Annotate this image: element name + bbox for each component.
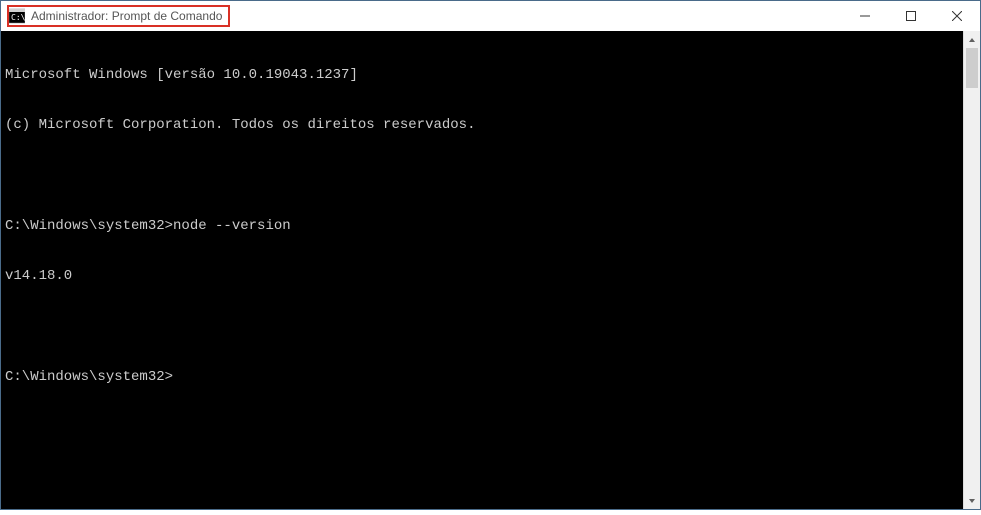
terminal-line: (c) Microsoft Corporation. Todos os dire… bbox=[5, 117, 959, 134]
svg-text:C:\: C:\ bbox=[11, 13, 25, 22]
scrollbar-track[interactable] bbox=[964, 48, 980, 492]
terminal-line: Microsoft Windows [versão 10.0.19043.123… bbox=[5, 67, 959, 84]
terminal-prompt: C:\Windows\system32> bbox=[5, 369, 959, 386]
scrollbar-thumb[interactable] bbox=[966, 48, 978, 88]
window-controls bbox=[842, 1, 980, 31]
title-highlight-box: C:\ Administrador: Prompt de Comando bbox=[7, 5, 230, 27]
cmd-icon: C:\ bbox=[9, 8, 25, 24]
terminal-line: v14.18.0 bbox=[5, 268, 959, 285]
terminal-area: Microsoft Windows [versão 10.0.19043.123… bbox=[1, 31, 980, 509]
terminal-line bbox=[5, 319, 959, 336]
titlebar[interactable]: C:\ Administrador: Prompt de Comando bbox=[1, 1, 980, 31]
terminal-line bbox=[5, 167, 959, 184]
command-prompt-window: C:\ Administrador: Prompt de Comando Mic… bbox=[0, 0, 981, 510]
terminal-output[interactable]: Microsoft Windows [versão 10.0.19043.123… bbox=[1, 31, 963, 509]
minimize-button[interactable] bbox=[842, 1, 888, 31]
close-button[interactable] bbox=[934, 1, 980, 31]
scroll-down-button[interactable] bbox=[964, 492, 980, 509]
maximize-button[interactable] bbox=[888, 1, 934, 31]
terminal-line: C:\Windows\system32>node --version bbox=[5, 218, 959, 235]
vertical-scrollbar[interactable] bbox=[963, 31, 980, 509]
scroll-up-button[interactable] bbox=[964, 31, 980, 48]
window-title: Administrador: Prompt de Comando bbox=[31, 9, 222, 23]
